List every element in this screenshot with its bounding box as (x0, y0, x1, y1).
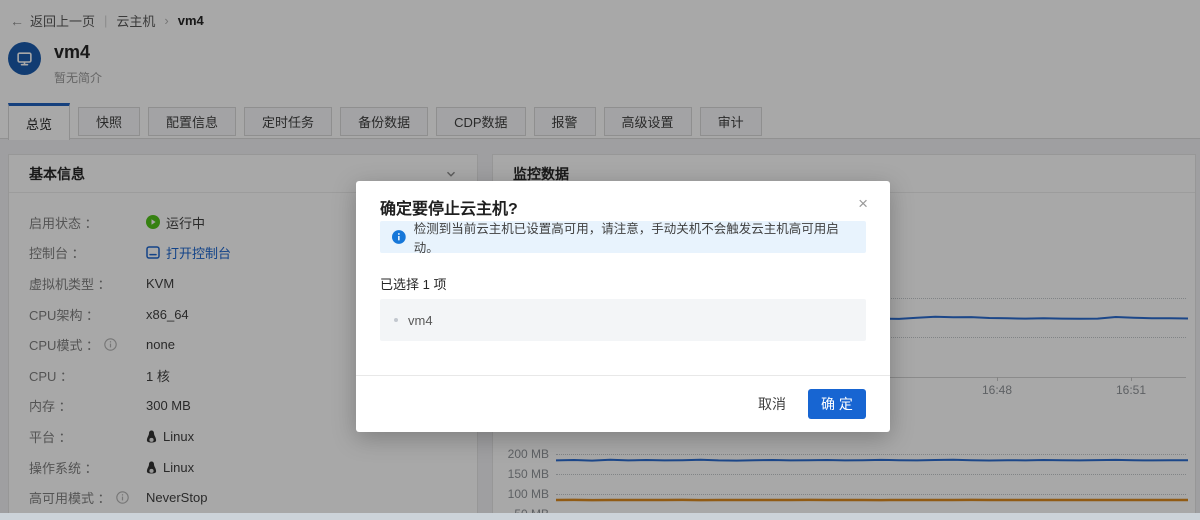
close-icon[interactable]: × (854, 191, 872, 216)
vm-item-name: vm4 (408, 313, 433, 328)
confirm-button[interactable]: 确 定 (808, 389, 866, 419)
cancel-button[interactable]: 取消 (758, 394, 786, 414)
dialog-footer: 取消 确 定 (356, 375, 890, 432)
vm-detail-page: ← 返回上一页 | 云主机 › vm4 vm4 暂无简介 总览 快照 配置信息 … (0, 0, 1200, 520)
ha-warning-alert: 检测到当前云主机已设置高可用，请注意，手动关机不会触发云主机高可用启动。 (380, 221, 866, 253)
dialog-title: 确定要停止云主机? (380, 195, 518, 219)
bullet-icon (394, 318, 398, 322)
selected-vm-item: vm4 (380, 299, 866, 341)
horizontal-scrollbar[interactable] (0, 513, 1200, 520)
stop-vm-dialog: 确定要停止云主机? × 检测到当前云主机已设置高可用，请注意，手动关机不会触发云… (356, 181, 890, 432)
info-circle-icon (392, 230, 406, 244)
selected-count-label: 已选择 1 项 (380, 274, 446, 293)
alert-text: 检测到当前云主机已设置高可用，请注意，手动关机不会触发云主机高可用启动。 (414, 218, 854, 256)
